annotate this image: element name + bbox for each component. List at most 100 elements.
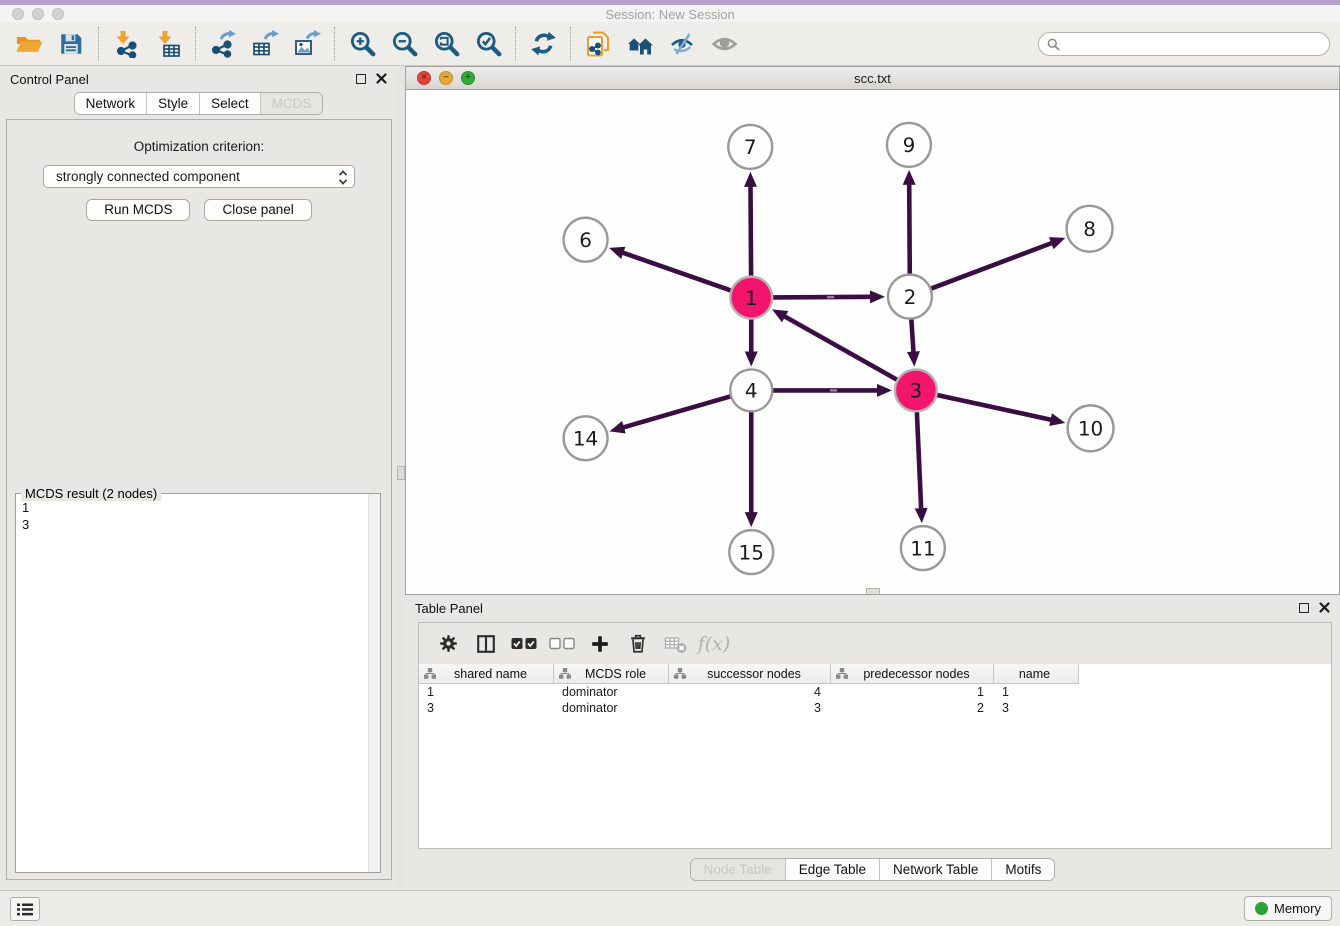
cell-name[interactable]: 3	[994, 701, 1079, 715]
graph-edge-label-mark	[830, 389, 837, 391]
cell-name[interactable]: 1	[994, 685, 1079, 699]
float-panel-icon[interactable]	[356, 74, 366, 84]
column-header-name[interactable]: name	[994, 664, 1079, 683]
network-view-window: × − + scc.txt 7968124314101511	[405, 66, 1340, 595]
graph-edge-3-1[interactable]	[783, 316, 897, 380]
toolbar-search[interactable]	[1038, 32, 1330, 56]
import-network-icon[interactable]	[105, 25, 147, 63]
column-header-predecessor-nodes[interactable]: predecessor nodes	[831, 664, 994, 683]
float-table-panel-icon[interactable]	[1299, 603, 1309, 613]
memory-button[interactable]: Memory	[1244, 896, 1332, 921]
function-builder-icon[interactable]: f(x)	[695, 627, 733, 661]
cell-shared-name[interactable]: 3	[419, 701, 554, 715]
graph-node-label: 6	[579, 228, 592, 252]
import-table-icon[interactable]	[147, 25, 189, 63]
graph-edge-arrowhead	[745, 512, 758, 527]
graph-edge-2-8[interactable]	[930, 242, 1053, 288]
result-item[interactable]: 3	[22, 516, 380, 533]
cell-mcds-role[interactable]: dominator	[554, 701, 669, 715]
delete-table-icon[interactable]	[657, 627, 695, 661]
refresh-layout-icon[interactable]	[522, 25, 564, 63]
export-network-icon[interactable]	[202, 25, 244, 63]
graph-edge-4-14[interactable]	[622, 396, 731, 428]
cell-predecessor-nodes[interactable]: 2	[831, 701, 994, 715]
close-panel-icon[interactable]	[376, 73, 387, 84]
view-splitter-handle[interactable]	[866, 588, 880, 594]
houses-icon[interactable]	[619, 25, 661, 63]
tab-motifs[interactable]: Motifs	[991, 859, 1054, 880]
tab-network[interactable]: Network	[75, 93, 147, 114]
table-row[interactable]: 1 dominator 4 1 1	[419, 684, 1079, 700]
table-row[interactable]: 3 dominator 3 2 3	[419, 700, 1079, 716]
graph-node-label: 10	[1078, 417, 1103, 441]
mcds-result-box: MCDS result (2 nodes) 1 3	[15, 493, 381, 873]
export-table-icon[interactable]	[244, 25, 286, 63]
memory-label: Memory	[1274, 901, 1321, 916]
cell-successor-nodes[interactable]: 4	[669, 685, 831, 699]
toolbar-separator	[195, 27, 196, 61]
graph-edge-arrowhead	[903, 170, 916, 185]
tab-mcds[interactable]: MCDS	[260, 93, 323, 114]
tab-select[interactable]: Select	[199, 93, 260, 114]
close-panel-button[interactable]: Close panel	[204, 199, 311, 221]
network-view-title: scc.txt	[406, 71, 1339, 86]
show-columns-icon[interactable]	[467, 627, 505, 661]
panel-splitter-handle[interactable]	[397, 466, 405, 480]
table-settings-gear-icon[interactable]	[429, 627, 467, 661]
graph-node-label: 2	[904, 285, 917, 309]
save-session-icon[interactable]	[50, 25, 92, 63]
graph-edge-3-10[interactable]	[936, 395, 1052, 420]
memory-status-dot	[1255, 902, 1268, 915]
tab-style[interactable]: Style	[146, 93, 199, 114]
hide-details-eye-icon[interactable]	[661, 25, 703, 63]
search-input[interactable]	[1065, 35, 1329, 53]
table-panel-title: Table Panel	[415, 601, 483, 616]
graph-edge-3-11[interactable]	[917, 411, 921, 510]
table-panel: Table Panel	[405, 595, 1340, 890]
graph-edge-1-6[interactable]	[621, 252, 731, 290]
graph-node-label: 8	[1083, 217, 1096, 241]
result-item[interactable]: 1	[22, 499, 380, 516]
tab-edge-table[interactable]: Edge Table	[785, 859, 879, 880]
status-bar: Memory	[0, 890, 1340, 926]
add-column-icon[interactable]	[581, 627, 619, 661]
cell-predecessor-nodes[interactable]: 1	[831, 685, 994, 699]
toolbar-separator	[570, 27, 571, 61]
copy-network-icon[interactable]	[577, 25, 619, 63]
zoom-selected-icon[interactable]	[467, 25, 509, 63]
select-all-columns-icon[interactable]	[505, 627, 543, 661]
toolbar-separator	[98, 27, 99, 61]
network-window-titlebar[interactable]: × − + scc.txt	[406, 67, 1339, 90]
graph-edge-1-7[interactable]	[750, 185, 751, 277]
task-history-button[interactable]	[10, 897, 40, 921]
criterion-select[interactable]: strongly connected component	[43, 165, 355, 188]
tree-icon	[674, 668, 686, 679]
graph-edge-arrowhead	[877, 384, 892, 397]
birds-eye-view-icon[interactable]	[703, 25, 745, 63]
cell-successor-nodes[interactable]: 3	[669, 701, 831, 715]
graph-edge-1-2[interactable]	[772, 297, 872, 298]
run-mcds-button[interactable]: Run MCDS	[86, 199, 190, 221]
cell-mcds-role[interactable]: dominator	[554, 685, 669, 699]
tab-network-table[interactable]: Network Table	[879, 859, 991, 880]
export-image-icon[interactable]	[286, 25, 328, 63]
column-header-successor-nodes[interactable]: successor nodes	[669, 664, 831, 683]
open-session-icon[interactable]	[8, 25, 50, 63]
network-canvas[interactable]: 7968124314101511	[406, 90, 1339, 594]
network-graph[interactable]: 7968124314101511	[406, 90, 1339, 594]
graph-edge-2-3[interactable]	[911, 319, 913, 354]
cell-shared-name[interactable]: 1	[419, 685, 554, 699]
column-header-shared-name[interactable]: shared name	[419, 664, 554, 683]
column-header-mcds-role[interactable]: MCDS role	[554, 664, 669, 683]
zoom-in-icon[interactable]	[341, 25, 383, 63]
tab-node-table[interactable]: Node Table	[691, 859, 785, 880]
deselect-all-columns-icon[interactable]	[543, 627, 581, 661]
graph-edge-arrowhead	[870, 290, 885, 303]
delete-column-trash-icon[interactable]	[619, 627, 657, 661]
zoom-out-icon[interactable]	[383, 25, 425, 63]
result-scrollbar[interactable]	[368, 494, 380, 872]
graph-edge-2-9[interactable]	[909, 183, 910, 275]
mcds-panel: Optimization criterion: strongly connect…	[6, 119, 392, 880]
close-table-panel-icon[interactable]	[1319, 602, 1330, 613]
zoom-fit-icon[interactable]	[425, 25, 467, 63]
